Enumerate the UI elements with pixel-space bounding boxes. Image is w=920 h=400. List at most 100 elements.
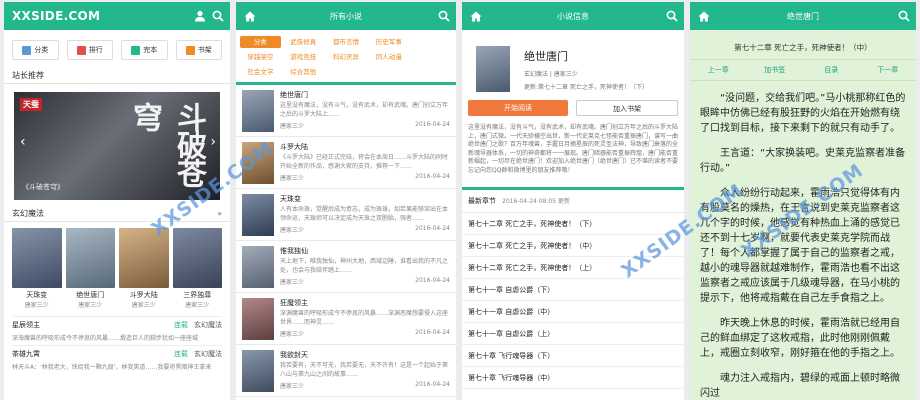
shelf-icon	[185, 45, 195, 55]
search-icon[interactable]	[666, 10, 678, 22]
top-bar: 所有小说	[236, 2, 456, 30]
top-bar: XXSIDE.COM	[4, 2, 230, 30]
category-tab[interactable]: 分类	[240, 36, 281, 48]
book-cover	[476, 46, 510, 92]
book-cover[interactable]	[242, 298, 274, 340]
banner-title: 斗破苍穹	[127, 102, 206, 186]
cover-item[interactable]: 天珠变 唐家三少	[12, 228, 62, 309]
list-item[interactable]: 天珠变 人有本命珠，觉醒后成为意志，成为珠珠，如若果能够突出在本领命运，天珠师可以…	[236, 189, 456, 241]
next-chapter-button[interactable]: 下一章	[860, 60, 917, 80]
category-tab[interactable]: 科幻灵异	[326, 51, 367, 63]
paragraph: 魂力注入戒指内，碧绿的戒面上顿时略微闪过	[700, 373, 900, 399]
list-item[interactable]: 我欲封天 我若要有，天不可无，我若要无，天不许有！这是一个起始于第八山与第九山之间…	[236, 345, 456, 397]
page-title: 绝世唐门	[787, 11, 819, 21]
toc-button[interactable]: 目录	[803, 60, 860, 80]
latest-chapter-link[interactable]: 第七十二章 死亡之手，死神使者！（下）	[538, 84, 648, 91]
book-cover[interactable]	[12, 228, 62, 288]
paragraph: “没问题，交给我们吧。”马小桃那称红色的眼眸中仿佛已经有股狂野的火焰在开始燃有绕…	[700, 93, 906, 134]
book-cover[interactable]	[242, 90, 274, 132]
category-tab	[411, 36, 452, 48]
chapter-item[interactable]: 第七十一章 自虐公爵（上）	[462, 323, 684, 345]
rank-icon	[76, 45, 86, 55]
chapter-item[interactable]: 第七十一章 自虐公爵（下）	[462, 279, 684, 301]
book-list: 星辰领主 连载 玄幻魔法 深海魔兽的呼吸形成今不停息的风暴……煅造巨人的脚步犹如一座…	[4, 309, 230, 371]
book-cover[interactable]	[242, 142, 274, 184]
add-to-shelf-button[interactable]: 加入书架	[576, 100, 678, 116]
category-tab[interactable]: 历史军事	[368, 36, 409, 48]
paragraph: 众人纷纷行动起来，霍雨浩只觉得体有内有股莫名的燥热，在王言说到史莱克监察者这几个…	[700, 188, 900, 304]
category-tab[interactable]: 同人动漫	[368, 51, 409, 63]
start-reading-button[interactable]: 开始阅读	[468, 100, 568, 116]
list-item[interactable]: 茶雄九霄 连载 玄幻魔法 林天斗A：'林我老大，快给我一颗九级'，林我笑道……我要将…	[12, 345, 222, 371]
bookmark-button[interactable]: 加书签	[747, 60, 804, 80]
category-tab[interactable]: 穿越架空	[240, 51, 281, 63]
book-intro: 这里没有魔法，没有斗气，没有武术，却有武魂。唐门创立万年之后的斗罗大陆上，唐门式…	[462, 116, 684, 190]
cover-grid: 天珠变 唐家三少 绝世唐门 唐家三少 斗罗大陆 唐家三少 三界独尊 唐家三少	[4, 222, 230, 309]
book-list: 绝世唐门 这里没有魔法，没有斗气，没有武术，却有武魂。唐门创立万年之后的斗罗大陆上…	[236, 85, 456, 397]
category-tab[interactable]: 社会文学	[240, 66, 281, 78]
book-title: 绝世唐门	[524, 50, 568, 63]
detail-screen: 小说信息 绝世唐门 玄幻魔法 | 唐家三少 更新:第七十二章 死亡之手，死神使者…	[462, 2, 684, 400]
chapter-item[interactable]: 第七十二章 死亡之手，死神使者！（中）	[462, 235, 684, 257]
latest-header: 最新章节 2016-04-24 08:05 更新	[462, 190, 684, 213]
quick-links: 分类 排行 完本 书架	[4, 30, 230, 60]
site-logo[interactable]: XXSIDE.COM	[4, 9, 100, 23]
grid-icon	[22, 45, 32, 55]
chevron-right-icon[interactable]: ›	[210, 134, 216, 150]
category-tab	[411, 51, 452, 63]
paragraph: 昨天晚上休息的时候，霍雨浩就已经用自己的鲜血绑定了这枚戒指，此时他刚刚佩戴上，戒…	[700, 318, 900, 359]
section-header: 玄幻魔法»	[4, 206, 230, 222]
banner-tag: 天蚕	[20, 98, 42, 111]
book-info: 绝世唐门 玄幻魔法 | 唐家三少 更新:第七十二章 死亡之手，死神使者！（下）	[462, 30, 684, 100]
quick-link-shelf[interactable]: 书架	[175, 40, 222, 60]
book-cover[interactable]	[172, 228, 222, 288]
reader-screen: 绝世唐门 第七十二章 死亡之手，死神使者！（中） 上一章 加书签 目录 下一章 …	[690, 2, 916, 400]
chapter-item[interactable]: 第七十章 飞行魂导器（中）	[462, 367, 684, 389]
more-link[interactable]: »	[217, 206, 222, 221]
user-icon[interactable]	[194, 10, 206, 22]
banner-caption: 《斗破苍穹》	[22, 183, 64, 191]
chapter-item[interactable]: 第七十一章 自虐公爵（中）	[462, 301, 684, 323]
top-bar: 小说信息	[462, 2, 684, 30]
search-icon[interactable]	[438, 10, 450, 22]
book-cover[interactable]	[242, 350, 274, 392]
prev-chapter-button[interactable]: 上一章	[690, 60, 747, 80]
category-tab[interactable]: 综合其他	[283, 66, 324, 78]
category-tab[interactable]: 游戏竞技	[283, 51, 324, 63]
search-icon[interactable]	[898, 10, 910, 22]
book-cover[interactable]	[242, 246, 274, 288]
top-bar: 绝世唐门	[690, 2, 916, 30]
quick-link-finished[interactable]: 完本	[121, 40, 168, 60]
chapter-item[interactable]: 第七十二章 死亡之手，死神使者！（上）	[462, 257, 684, 279]
list-item[interactable]: 狂魔领主 深渊魔兽的呼吸形成今不停息的风暴……深渊恶魔想要侵入这座世界……而神灵……	[236, 293, 456, 345]
category-tab[interactable]: 都市言情	[326, 36, 367, 48]
chapter-title: 第七十二章 死亡之手，死神使者！（中）	[690, 30, 916, 60]
chevron-left-icon[interactable]: ‹	[20, 134, 26, 150]
home-screen: XXSIDE.COM 分类 排行 完本 书架 站长推荐 天蚕 斗破苍穹 ‹ › …	[4, 2, 230, 400]
book-cover[interactable]	[242, 194, 274, 236]
chapter-list: 第七十二章 死亡之手，死神使者！（下） 第七十二章 死亡之手，死神使者！（中） …	[462, 213, 684, 389]
quick-link-rank[interactable]: 排行	[66, 40, 113, 60]
paragraph: 王言道：“大家换装吧。史莱克监察者准备行动。”	[700, 148, 906, 174]
book-cover[interactable]	[65, 228, 115, 288]
list-item[interactable]: 斗罗大陆 《斗罗大陆》已经正式完结，将会在本周日……斗罗大陆的同时开始全新的作品，…	[236, 137, 456, 189]
book-category: 玄幻魔法	[524, 71, 549, 78]
list-item[interactable]: 惟我独仙 天上地下，唯我独仙，神州大地，西域边陲，谁看出我的不凡之处，也会与我结伴…	[236, 241, 456, 293]
page-title: 所有小说	[330, 11, 362, 21]
banner-carousel[interactable]: 天蚕 斗破苍穹 ‹ › 《斗破苍穹》	[14, 92, 220, 200]
cover-item[interactable]: 三界独尊 唐家三少	[172, 228, 222, 309]
search-icon[interactable]	[212, 10, 224, 22]
category-tab[interactable]: 武侠修真	[283, 36, 324, 48]
chapter-item[interactable]: 第七十章 飞行魂导器（下）	[462, 345, 684, 367]
cover-item[interactable]: 绝世唐门 唐家三少	[65, 228, 115, 309]
cover-item[interactable]: 斗罗大陆 唐家三少	[119, 228, 169, 309]
recommend-header: 站长推荐	[4, 68, 230, 84]
list-item[interactable]: 星辰领主 连载 玄幻魔法 深海魔兽的呼吸形成今不停息的风暴……煅造巨人的脚步犹如一座…	[12, 316, 222, 342]
book-cover[interactable]	[119, 228, 169, 288]
category-filter: 分类 武侠修真 都市言情 历史军事 穿越架空 游戏竞技 科幻灵异 同人动漫 社会…	[236, 30, 456, 85]
quick-link-category[interactable]: 分类	[12, 40, 59, 60]
chapter-item[interactable]: 第七十二章 死亡之手，死神使者！（下）	[462, 213, 684, 235]
chapter-nav: 上一章 加书签 目录 下一章	[690, 60, 916, 81]
list-item[interactable]: 绝世唐门 这里没有魔法，没有斗气，没有武术，却有武魂。唐门创立万年之后的斗罗大陆上…	[236, 85, 456, 137]
book-author[interactable]: 唐家三少	[554, 71, 578, 78]
